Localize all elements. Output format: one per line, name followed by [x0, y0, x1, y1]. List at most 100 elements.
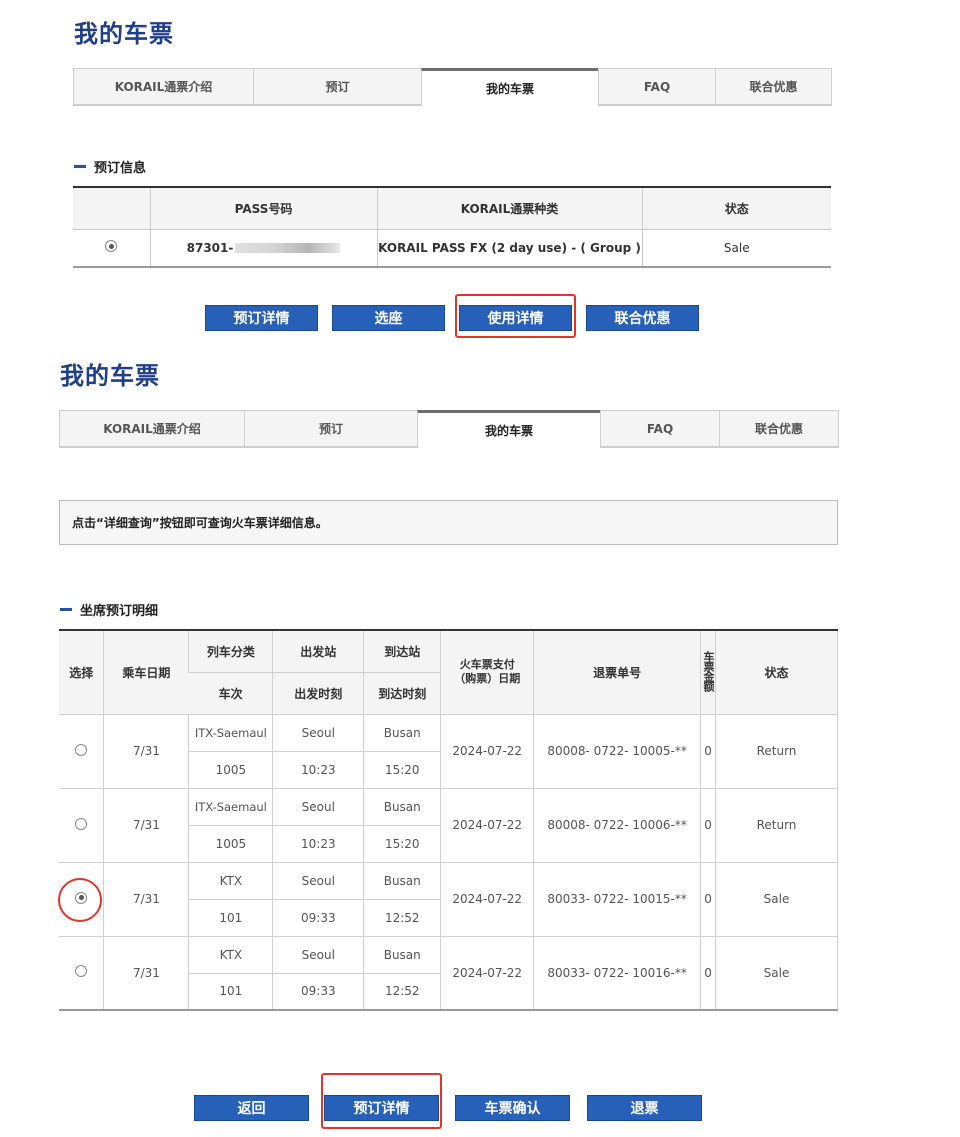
ticket-confirm-button[interactable]: 车票确认: [455, 1095, 570, 1121]
select-radio[interactable]: [105, 240, 118, 253]
select-cell: [73, 229, 150, 268]
arrival-station-cell: Busan: [363, 936, 441, 974]
pass-number-cell: 87301-: [149, 229, 377, 268]
select-radio[interactable]: [75, 965, 88, 978]
tab-reservation[interactable]: 预订: [244, 410, 418, 448]
refund-number-cell: 80033- 0722- 10015-**: [533, 862, 701, 937]
status-cell: Sale: [641, 229, 831, 268]
train-number-cell: 1005: [188, 825, 273, 863]
refund-number-cell: 80033- 0722- 10016-**: [533, 936, 701, 1011]
train-number-cell: 101: [188, 973, 273, 1011]
table-row: 7/31 ITX-Saemaul Seoul Busan 2024-07-22 …: [59, 788, 838, 863]
refund-number-header: 退票单号: [533, 629, 701, 715]
travel-date-cell: 7/31: [103, 714, 189, 789]
departure-time-cell: 09:33: [272, 899, 364, 937]
payment-date-cell: 2024-07-22: [440, 936, 534, 1011]
train-type-cell: KTX: [188, 936, 273, 974]
arrival-station-cell: Busan: [363, 788, 441, 826]
travel-date-cell: 7/31: [103, 862, 189, 937]
reservation-details-button[interactable]: 预订详情: [205, 305, 318, 331]
joint-offers-button[interactable]: 联合优惠: [586, 305, 699, 331]
select-cell: [59, 714, 104, 789]
back-button[interactable]: 返回: [194, 1095, 309, 1121]
ticket-amount-label: 车票金额: [702, 650, 716, 691]
arrival-time-cell: 15:20: [363, 751, 441, 789]
select-radio[interactable]: [75, 743, 88, 756]
pass-type-header: KORAIL通票种类: [376, 186, 642, 230]
pass-number-header: PASS号码: [149, 186, 377, 230]
refund-number-cell: 80008- 0722- 10006-**: [533, 788, 701, 863]
departure-station-cell: Seoul: [272, 936, 364, 974]
seat-selection-button[interactable]: 选座: [332, 305, 445, 331]
tab-korail-pass-intro[interactable]: KORAIL通票介绍: [73, 68, 254, 106]
status-cell: Sale: [715, 936, 838, 1011]
train-type-header: 列车分类: [188, 629, 273, 673]
section-heading-label: 坐席预订明细: [80, 604, 159, 619]
tab-my-tickets[interactable]: 我的车票: [417, 410, 601, 448]
train-type-cell: ITX-Saemaul: [188, 788, 273, 826]
travel-date-cell: 7/31: [103, 936, 189, 1011]
table-row: 7/31 KTX Seoul Busan 2024-07-22 80033- 0…: [59, 936, 838, 1011]
highlight-reservation-details: [321, 1073, 442, 1129]
tab-korail-pass-intro[interactable]: KORAIL通票介绍: [59, 410, 245, 448]
refund-button[interactable]: 退票: [587, 1095, 702, 1121]
highlight-usage-details: [455, 294, 576, 338]
train-type-cell: KTX: [188, 862, 273, 900]
highlight-selected-radio: [58, 878, 102, 922]
tab-faq[interactable]: FAQ: [600, 410, 720, 448]
reservation-info-table: PASS号码 KORAIL通票种类 状态 87301- KORAIL PASS …: [73, 186, 831, 268]
dash-icon: [74, 165, 86, 168]
tab-bar: KORAIL通票介绍 预订 我的车票 FAQ 联合优惠: [73, 68, 832, 106]
ticket-amount-header: 车票金额: [700, 629, 716, 715]
tab-faq[interactable]: FAQ: [598, 68, 716, 106]
status-cell: Return: [715, 714, 838, 789]
arrival-station-header: 到达站: [363, 629, 441, 673]
departure-station-header: 出发站: [272, 629, 364, 673]
tab-joint-offers[interactable]: 联合优惠: [719, 410, 839, 448]
arrival-time-cell: 12:52: [363, 899, 441, 937]
departure-station-cell: Seoul: [272, 862, 364, 900]
status-header: 状态: [641, 186, 831, 230]
payment-date-cell: 2024-07-22: [440, 788, 534, 863]
status-cell: Return: [715, 788, 838, 863]
payment-date-cell: 2024-07-22: [440, 862, 534, 937]
status-cell: Sale: [715, 862, 838, 937]
seat-reservation-table: 选择 乘车日期 列车分类 出发站 到达站 火车票支付（购票）日期 退票单号 车票…: [59, 629, 838, 1011]
tab-reservation[interactable]: 预订: [253, 68, 422, 106]
pass-type-cell: KORAIL PASS FX (2 day use) - ( Group ): [376, 229, 642, 268]
travel-date-header: 乘车日期: [103, 629, 189, 715]
pass-number: 87301-: [186, 240, 234, 255]
status-header: 状态: [715, 629, 838, 715]
payment-date-header: 火车票支付（购票）日期: [440, 629, 534, 715]
select-cell: [59, 788, 104, 863]
tab-joint-offers[interactable]: 联合优惠: [715, 68, 832, 106]
ticket-amount-cell: 0: [700, 936, 716, 1011]
departure-time-header: 出发时刻: [272, 672, 364, 715]
ticket-amount-cell: 0: [700, 862, 716, 937]
select-radio[interactable]: [75, 817, 88, 830]
arrival-time-cell: 12:52: [363, 973, 441, 1011]
arrival-station-cell: Busan: [363, 862, 441, 900]
departure-time-cell: 10:23: [272, 825, 364, 863]
departure-time-cell: 09:33: [272, 973, 364, 1011]
arrival-time-header: 到达时刻: [363, 672, 441, 715]
payment-date-cell: 2024-07-22: [440, 714, 534, 789]
tab-my-tickets[interactable]: 我的车票: [421, 68, 599, 106]
train-number-cell: 101: [188, 899, 273, 937]
section-heading-reservation-info: 预订信息: [74, 157, 146, 176]
travel-date-cell: 7/31: [103, 788, 189, 863]
page-title-2: 我的车票: [60, 362, 160, 390]
notice-box: 点击“详细查询”按钮即可查询火车票详细信息。: [59, 500, 838, 545]
table-row: 7/31 KTX Seoul Busan 2024-07-22 80033- 0…: [59, 862, 838, 937]
masked-pass-number: [235, 243, 341, 254]
section-heading-label: 预订信息: [94, 161, 147, 176]
departure-station-cell: Seoul: [272, 788, 364, 826]
departure-time-cell: 10:23: [272, 751, 364, 789]
page-title: 我的车票: [74, 20, 174, 48]
train-number-cell: 1005: [188, 751, 273, 789]
select-column-header: [73, 186, 150, 230]
train-number-header: 车次: [188, 672, 273, 715]
ticket-amount-cell: 0: [700, 788, 716, 863]
section-heading-seat-details: 坐席预订明细: [60, 600, 158, 619]
table-row: 87301- KORAIL PASS FX (2 day use) - ( Gr…: [73, 229, 831, 268]
